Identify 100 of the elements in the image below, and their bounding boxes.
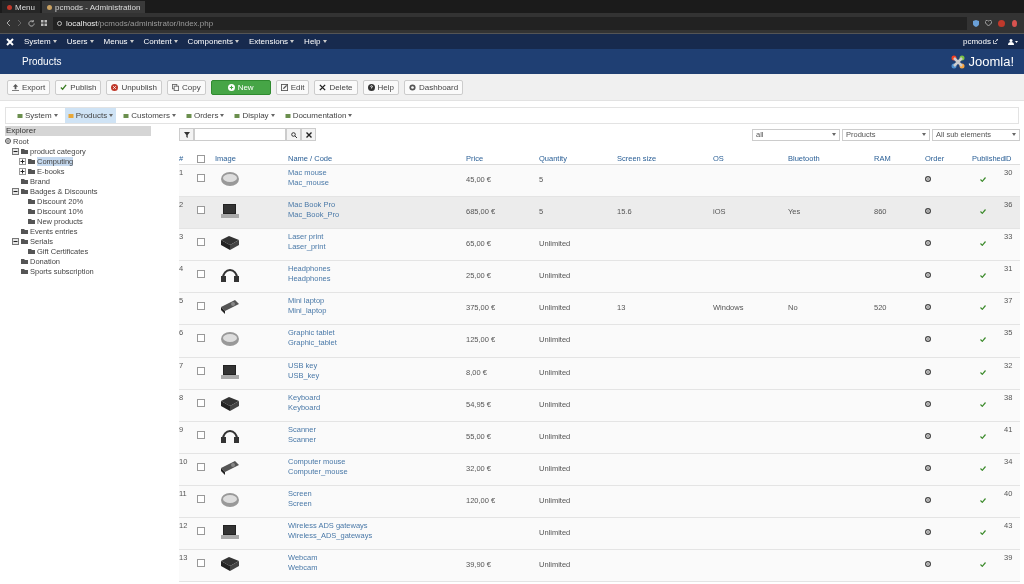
dashboard-button[interactable]: Dashboard [404,79,464,95]
edit-button[interactable]: Edit [275,79,310,95]
filter-icon [183,131,190,138]
check-icon[interactable] [980,177,986,182]
check-icon[interactable] [980,337,986,343]
order-icon[interactable] [925,336,931,343]
search-button[interactable] [286,128,301,141]
heart-icon[interactable] [985,20,992,26]
order-icon[interactable] [925,496,931,503]
checkbox[interactable] [197,366,205,375]
menu-item-icon [123,112,130,119]
checkbox[interactable] [197,302,205,311]
check-icon[interactable] [980,241,986,247]
browser-tab[interactable]: Menu [2,1,40,13]
submenu-item[interactable]: Documentation [281,108,356,123]
checkbox[interactable] [197,462,205,471]
export-button[interactable]: Export [7,79,51,95]
check-icon[interactable] [980,209,986,215]
filter-button[interactable] [179,128,194,141]
reload-icon[interactable] [28,19,35,27]
checkbox[interactable] [197,559,205,568]
site-link[interactable]: pcmods [963,37,998,46]
copy-button[interactable]: Copy [166,79,206,95]
collapse-icon[interactable] [12,147,19,155]
caret-icon [832,133,836,136]
check-icon[interactable] [980,305,986,311]
tab-icon [7,4,12,10]
submenu-item[interactable]: Products [64,108,117,123]
order-icon[interactable] [925,400,931,407]
order-icon[interactable] [925,368,931,375]
nav-menu[interactable]: Users [66,37,94,46]
joomla-icon[interactable] [6,37,14,46]
nav-menu[interactable]: System [24,37,57,46]
check-icon[interactable] [980,273,986,279]
back-icon[interactable] [6,20,11,26]
address-field[interactable]: localhost/pcmods/administrator/index.php [53,16,967,30]
clear-button[interactable] [301,128,316,141]
search-field[interactable] [194,128,286,141]
check-icon [60,83,68,91]
checkbox[interactable] [197,206,205,215]
nav-menu[interactable]: Components [187,37,239,46]
publish-button[interactable]: Publish [55,79,102,95]
caret-icon [234,40,239,43]
nav-menu[interactable]: Extensions [248,37,295,46]
external-link-icon [993,39,998,44]
order-icon[interactable] [925,272,931,279]
nav-menu[interactable]: Menus [103,37,134,46]
order-icon[interactable] [925,561,931,568]
checkbox[interactable] [197,527,205,536]
globe-icon [5,138,11,144]
checkbox[interactable] [197,270,205,279]
checkbox[interactable] [197,174,205,182]
menu-item-icon [234,112,241,119]
shield-icon[interactable] [973,19,979,27]
checkbox[interactable] [197,430,205,439]
submenu-item[interactable]: System [14,108,61,123]
search-icon [290,131,297,138]
submenu-item[interactable]: Customers [120,108,179,123]
explorer-title: Explorer [5,126,151,136]
close-icon [305,131,312,138]
order-icon[interactable] [925,304,931,311]
check-icon[interactable] [980,562,986,568]
checkbox[interactable] [197,155,205,163]
collapse-icon[interactable] [12,187,19,195]
expand-icon[interactable] [19,167,26,175]
caret-icon [220,114,225,117]
expand-icon[interactable] [19,157,26,165]
check-icon[interactable] [980,530,986,536]
check-icon[interactable] [980,465,986,471]
order-icon[interactable] [925,432,931,439]
order-icon[interactable] [925,240,931,247]
submenu-item[interactable]: Display [231,108,278,123]
order-icon[interactable] [925,176,931,182]
order-icon[interactable] [925,208,931,215]
forward-icon[interactable] [17,20,22,26]
help-icon [367,83,375,91]
check-icon[interactable] [980,369,986,375]
nav-menu[interactable]: Content [143,37,178,46]
grid-icon[interactable] [41,20,47,26]
help-button[interactable]: Help [362,79,399,95]
unpublish-button[interactable]: Unpublish [106,79,162,95]
check-icon[interactable] [980,497,986,503]
user-icon[interactable] [1008,38,1018,45]
checkbox[interactable] [197,494,205,503]
caret-icon [270,114,275,117]
check-icon[interactable] [980,401,986,407]
delete-button[interactable]: Delete [314,79,358,95]
checkbox[interactable] [197,334,205,343]
plus-circle-icon [227,83,235,91]
browser-tab[interactable]: pcmods - Administration [42,1,146,13]
checkbox[interactable] [197,238,205,247]
close-icon [319,83,327,91]
collapse-icon[interactable] [12,237,19,245]
check-icon[interactable] [980,433,986,439]
order-icon[interactable] [925,464,931,471]
submenu-item[interactable]: Orders [182,108,228,123]
nav-menu[interactable]: Help [304,37,327,46]
order-icon[interactable] [925,529,931,536]
copy-icon [171,83,179,91]
checkbox[interactable] [197,398,205,407]
